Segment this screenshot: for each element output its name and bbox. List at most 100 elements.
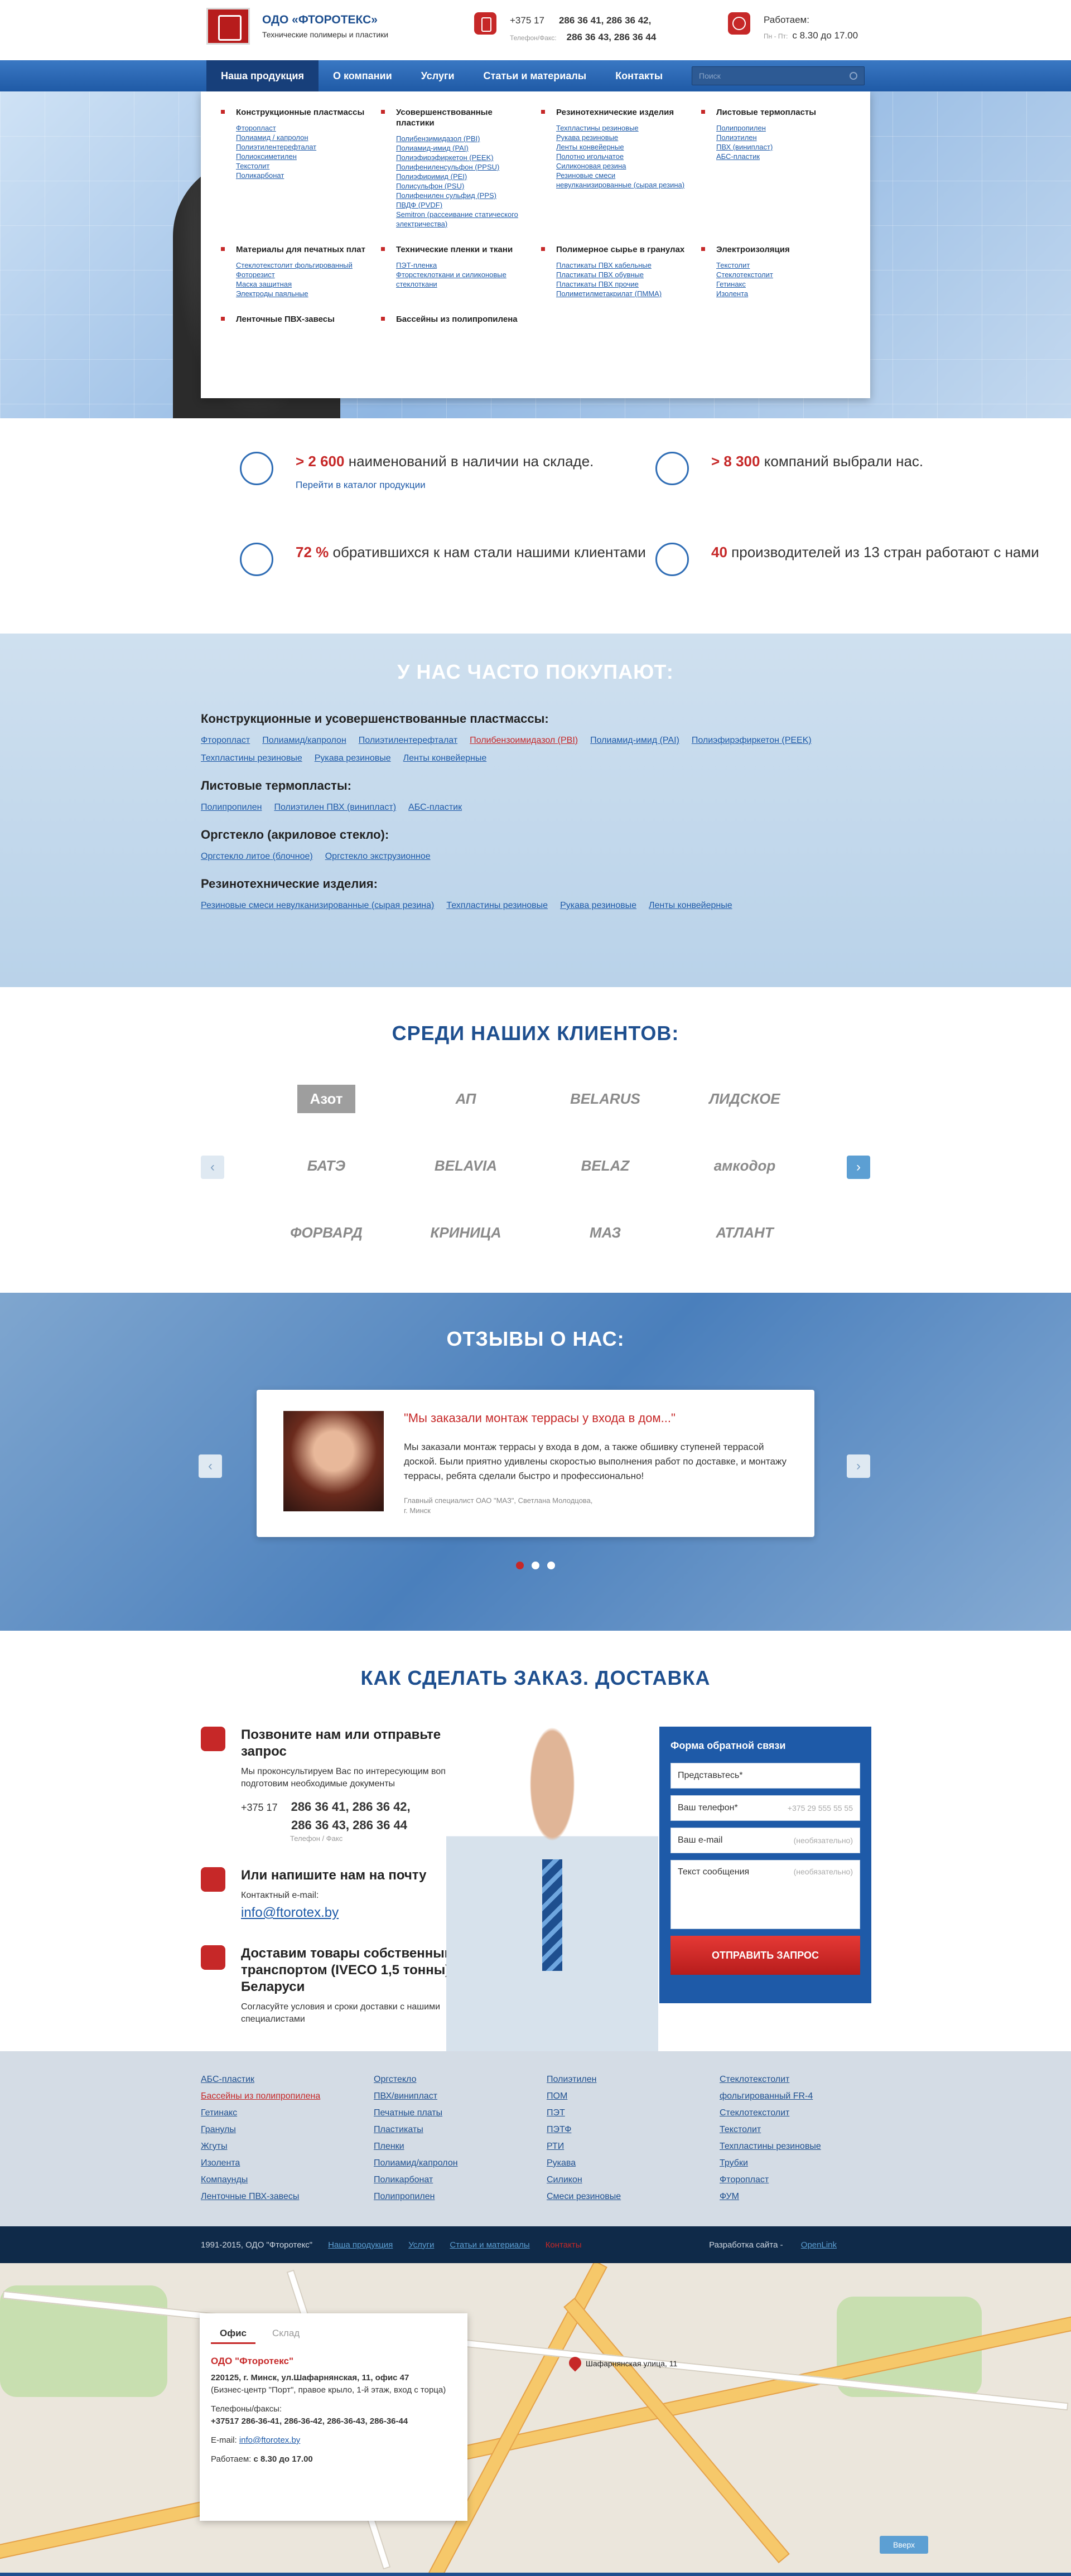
email-link[interactable]: info@ftorotex.by <box>241 1905 427 1921</box>
megamenu-link[interactable]: Полипропилен <box>716 123 850 133</box>
megamenu-link[interactable]: Текстолит <box>716 260 850 270</box>
megamenu-link[interactable]: Semitron (рассеивание статического элект… <box>396 210 530 229</box>
nav-item-services[interactable]: Услуги <box>407 60 469 91</box>
megamenu-category-title[interactable]: Электроизоляция <box>701 244 850 255</box>
reviews-prev-button[interactable]: ‹ <box>199 1454 222 1478</box>
often-link[interactable]: Техпластины резиновые <box>201 752 302 765</box>
footer-link[interactable]: Гетинакс <box>201 2105 374 2121</box>
phone-line-2[interactable]: 286 36 43, 286 36 44 <box>567 32 657 42</box>
megamenu-link[interactable]: Резиновые смеси невулканизированные (сыр… <box>556 171 690 190</box>
megamenu-link[interactable]: Полибензимидазол (PBI) <box>396 134 530 143</box>
address-email[interactable]: info@ftorotex.by <box>239 2435 300 2445</box>
phone-line-1[interactable]: 286 36 41, 286 36 42, <box>559 15 651 26</box>
megamenu-link[interactable]: Полисульфон (PSU) <box>396 181 530 191</box>
megamenu-link[interactable]: Стеклотекстолит <box>716 270 850 279</box>
megamenu-link[interactable]: ПВХ (винипласт) <box>716 142 850 152</box>
nav-item-contacts[interactable]: Контакты <box>601 60 677 91</box>
often-link[interactable]: Ленты конвейерные <box>649 899 732 912</box>
often-link[interactable]: Полибензоимидазол (PBI) <box>470 734 578 747</box>
often-link[interactable]: Рукава резиновые <box>315 752 391 765</box>
catalog-link[interactable]: Перейти в каталог продукции <box>296 480 594 491</box>
footer-link[interactable]: ПЭТФ <box>547 2121 720 2138</box>
megamenu-link[interactable]: Пластикаты ПВХ прочие <box>556 279 690 289</box>
megamenu-link[interactable]: Текстолит <box>236 161 370 171</box>
megamenu-link[interactable]: Полотно игольчатое <box>556 152 690 161</box>
search-icon[interactable] <box>850 72 857 80</box>
footer-link[interactable]: Жгуты <box>201 2138 374 2155</box>
footer-link[interactable]: РТИ <box>547 2138 720 2155</box>
search-input[interactable]: Поиск <box>692 66 865 85</box>
clients-prev-button[interactable]: ‹ <box>201 1156 224 1179</box>
submit-button[interactable]: ОТПРАВИТЬ ЗАПРОС <box>670 1936 860 1975</box>
megamenu-link[interactable]: Полиэфирэфиркетон (PEEK) <box>396 153 530 162</box>
often-link[interactable]: АБС-пластик <box>408 801 462 814</box>
megamenu-link[interactable]: Полиметилметакрилат (ПММА) <box>556 289 690 298</box>
slider-dot[interactable] <box>547 1562 555 1569</box>
megamenu-link[interactable]: Полифениленсульфон (PPSU) <box>396 162 530 172</box>
dev-link[interactable]: OpenLink <box>801 2240 837 2250</box>
phone-line-2[interactable]: 286 36 43, 286 36 44 <box>241 1816 480 1834</box>
nav-item-products[interactable]: Наша продукция <box>206 60 319 91</box>
footer-link[interactable]: Трубки <box>720 2155 893 2172</box>
megamenu-category-title[interactable]: Бассейны из полипропилена <box>381 314 530 325</box>
map[interactable]: Шафарнянская улица, 11 Офис Склад ОДО "Ф… <box>0 2263 1071 2576</box>
tab-warehouse[interactable]: Склад <box>263 2324 308 2344</box>
message-field[interactable]: Текст сообщения (необязательно) <box>670 1860 860 1929</box>
often-link[interactable]: Полиэтилен ПВХ (винипласт) <box>274 801 396 814</box>
footer-link[interactable]: ПЭТ <box>547 2105 720 2121</box>
megamenu-link[interactable]: Полиамид-имид (PAI) <box>396 143 530 153</box>
megamenu-link[interactable]: Ленты конвейерные <box>556 142 690 152</box>
megamenu-link[interactable]: Силиконовая резина <box>556 161 690 171</box>
megamenu-link[interactable]: Фторопласт <box>236 123 370 133</box>
phone-field[interactable]: Ваш телефон* +375 29 555 55 55 <box>670 1795 860 1821</box>
footer-link[interactable]: фольгированный FR-4 <box>720 2088 893 2105</box>
often-link[interactable]: Оргстекло литое (блочное) <box>201 850 313 863</box>
megamenu-link[interactable]: Пластикаты ПВХ кабельные <box>556 260 690 270</box>
footer-link[interactable]: Изолента <box>201 2155 374 2172</box>
phone-line-1[interactable]: 286 36 41, 286 36 42, <box>291 1800 411 1814</box>
megamenu-category-title[interactable]: Конструкционные пластмассы <box>221 107 370 118</box>
megamenu-link[interactable]: Полиамид / капролон <box>236 133 370 142</box>
footer-link[interactable]: Компаунды <box>201 2172 374 2188</box>
megamenu-link[interactable]: Техпластины резиновые <box>556 123 690 133</box>
footer-link[interactable]: Пластикаты <box>374 2121 547 2138</box>
often-link[interactable]: Полиамид-имид (PAI) <box>590 734 679 747</box>
footer-link[interactable]: Полипропилен <box>374 2188 547 2205</box>
slider-dot-active[interactable] <box>516 1562 524 1569</box>
megamenu-link[interactable]: Изолента <box>716 289 850 298</box>
footer-link[interactable]: ФУМ <box>720 2188 893 2205</box>
megamenu-category-title[interactable]: Технические пленки и ткани <box>381 244 530 255</box>
megamenu-category-title[interactable]: Усовершенствованные пластики <box>381 107 530 128</box>
footer-link[interactable]: Силикон <box>547 2172 720 2188</box>
often-link[interactable]: Фторопласт <box>201 734 250 747</box>
scroll-up-button[interactable]: Вверх <box>879 2536 928 2554</box>
often-link[interactable]: Полиамид/капролон <box>262 734 346 747</box>
footer-nav-services[interactable]: Услуги <box>408 2240 434 2250</box>
often-link[interactable]: Техпластины резиновые <box>446 899 548 912</box>
often-link[interactable]: Полиэфирэфиркетон (PEEK) <box>692 734 812 747</box>
megamenu-link[interactable]: Рукава резиновые <box>556 133 690 142</box>
megamenu-category-title[interactable]: Материалы для печатных плат <box>221 244 370 255</box>
footer-nav-products[interactable]: Наша продукция <box>328 2240 393 2250</box>
megamenu-link[interactable]: Полиэтилентерефталат <box>236 142 370 152</box>
footer-link[interactable]: Техпластины резиновые <box>720 2138 893 2155</box>
megamenu-link[interactable]: Полиоксиметилен <box>236 152 370 161</box>
footer-link[interactable]: Гранулы <box>201 2121 374 2138</box>
footer-link[interactable]: Полиамид/капролон <box>374 2155 547 2172</box>
email-field[interactable]: Ваш e-mail (необязательно) <box>670 1828 860 1853</box>
footer-nav-contacts[interactable]: Контакты <box>546 2240 582 2250</box>
footer-link[interactable]: Фторопласт <box>720 2172 893 2188</box>
footer-link[interactable]: Пленки <box>374 2138 547 2155</box>
nav-item-about[interactable]: О компании <box>319 60 407 91</box>
footer-link[interactable]: Стеклотекстолит <box>720 2105 893 2121</box>
footer-link[interactable]: Оргстекло <box>374 2071 547 2088</box>
name-field[interactable]: Представьтесь* <box>670 1763 860 1789</box>
footer-link[interactable]: Поликарбонат <box>374 2172 547 2188</box>
footer-link[interactable]: Полиэтилен <box>547 2071 720 2088</box>
often-link[interactable]: Ленты конвейерные <box>403 752 487 765</box>
nav-item-articles[interactable]: Статьи и материалы <box>469 60 601 91</box>
megamenu-category-title[interactable]: Резинотехнические изделия <box>541 107 690 118</box>
footer-link[interactable]: Печатные платы <box>374 2105 547 2121</box>
megamenu-link[interactable]: Электроды паяльные <box>236 289 370 298</box>
megamenu-link[interactable]: Полиэтилен <box>716 133 850 142</box>
